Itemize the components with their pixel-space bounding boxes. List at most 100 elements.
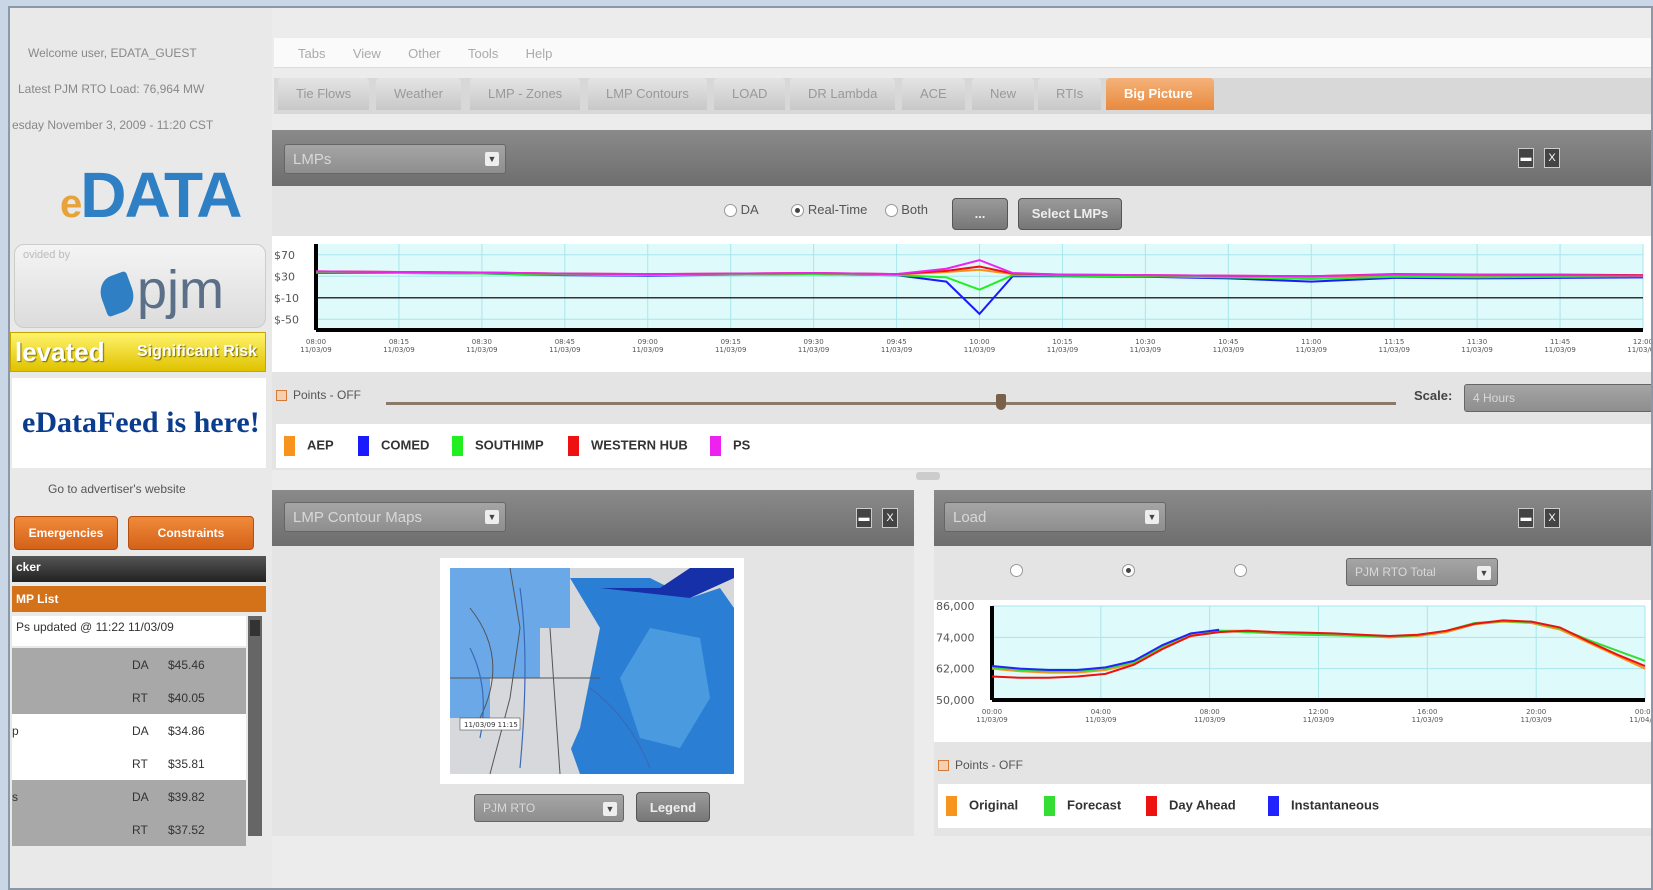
list-item[interactable]: RT $35.81 [12,747,246,780]
lmp-points-label: Points - OFF [293,388,362,402]
time-slider-track[interactable] [386,402,1396,405]
x-tick-label: 11/04/09 [1629,716,1653,724]
menu-tools[interactable]: Tools [468,46,498,61]
zone-select[interactable]: PJM RTO Total ▼ [1346,558,1498,586]
dropdown-value: Load [953,509,987,526]
x-tick-label: 11:00 [1301,338,1321,346]
tab-lmp-zones[interactable]: LMP - Zones [470,78,581,110]
logo-text: DATA [80,159,242,231]
tab-load[interactable]: LOAD [714,78,786,110]
tab-tie-flows[interactable]: Tie Flows [278,78,370,110]
close-icon[interactable]: X [882,508,898,528]
minimize-icon[interactable]: ▬ [1518,148,1534,168]
ticker-header[interactable]: cker [12,556,266,582]
scroll-thumb[interactable] [250,620,260,636]
minimize-icon[interactable]: ▬ [856,508,872,528]
radio-da[interactable] [724,204,737,218]
tab-ace[interactable]: ACE [902,78,965,110]
x-tick-label: 11/03/09 [1296,346,1327,354]
x-tick-label: 00:00 [1635,708,1653,716]
legend-swatch [568,436,579,456]
risk-banner[interactable]: levated Significant Risk [10,332,266,372]
list-item[interactable]: s DA $39.82 [12,780,246,813]
sidebar: Welcome user, EDATA_GUEST Latest PJM RTO… [10,8,272,888]
advertiser-link[interactable]: Go to advertiser's website [48,482,186,496]
lmp-type: RT [132,691,148,705]
list-item[interactable]: p DA $34.86 [12,714,246,747]
chevron-down-icon: ▼ [1145,510,1159,524]
contour-map-frame[interactable]: 11/03/09 11:15 [440,558,744,784]
y-tick-label: 74,000 [936,631,975,644]
scale-dropdown[interactable]: 4 Hours [1464,384,1651,412]
radio-both-label: Both [901,202,928,217]
legend-swatch [358,436,369,456]
y-tick-label: $-50 [274,313,299,326]
dropdown-value: LMPs [293,151,332,168]
tab-weather[interactable]: Weather [376,78,461,110]
y-tick-label: 62,000 [936,663,975,676]
lmp-panel-body: DA Real-Time Both ... Select LMPs 08:00 1… [272,186,1651,470]
more-button[interactable]: ... [952,198,1008,230]
legend-ps: PS [710,436,750,456]
emergencies-button[interactable]: Emergencies [14,516,118,550]
menu-help[interactable]: Help [526,46,553,61]
risk-label: Significant Risk [136,343,257,360]
ad-banner[interactable]: eDataFeed is here! [12,378,266,468]
legend-swatch [710,436,721,456]
tab-big-picture[interactable]: Big Picture [1106,78,1214,110]
x-tick-label: 11:30 [1467,338,1487,346]
tab-lmp-contours[interactable]: LMP Contours [588,78,707,110]
x-tick-label: 09:00 [638,338,658,346]
close-icon[interactable]: X [1544,148,1560,168]
pjm-logo-text: pjm [137,260,225,320]
x-tick-label: 11/03/09 [1378,346,1409,354]
load-dropdown[interactable]: Load ▼ [944,502,1166,532]
lmp-list-scrollbar[interactable] [248,616,262,836]
radio-real-time[interactable] [791,204,805,218]
lmp-panel-dropdown[interactable]: LMPs ▼ [284,144,506,174]
lmp-type: RT [132,757,148,771]
chevron-down-icon: ▼ [485,510,499,524]
lmp-value: $35.81 [168,757,205,771]
menu-other[interactable]: Other [408,46,441,61]
list-item[interactable]: RT $37.52 [12,813,246,846]
x-tick-label: 11/03/09 [383,346,414,354]
datetime-text: esday November 3, 2009 - 11:20 CST [12,118,214,132]
risk-level: levated [15,337,105,367]
region-select-value: PJM RTO [483,801,536,815]
radio-both[interactable] [884,204,898,218]
legend-label: PS [733,437,751,453]
time-slider-handle[interactable] [996,394,1006,410]
region-select[interactable]: PJM RTO ▼ [474,794,624,822]
lmp-list-header[interactable]: MP List [12,586,266,612]
load-points-toggle[interactable]: Points - OFF [938,758,1023,772]
select-lmps-button[interactable]: Select LMPs [1018,198,1122,230]
load-radio-2[interactable] [1122,564,1135,577]
x-tick-label: 11/03/09 [976,716,1007,724]
x-tick-label: 11/03/09 [1213,346,1244,354]
dropdown-value: LMP Contour Maps [293,509,422,526]
pjm-box[interactable]: ovided by pjm [14,244,266,328]
load-panel-header: Load ▼ ▬ X [934,490,1651,546]
x-tick-label: 11/03/09 [1412,716,1443,724]
load-radio-3[interactable] [1234,564,1247,577]
load-radio-1[interactable] [1010,564,1023,577]
tab-new[interactable]: New [972,78,1035,110]
x-tick-label: 16:00 [1417,708,1437,716]
legend-comed: COMED [358,436,429,456]
tab-rtis[interactable]: RTIs [1038,78,1102,110]
legend-button[interactable]: Legend [636,792,710,822]
close-icon[interactable]: X [1544,508,1560,528]
minimize-icon[interactable]: ▬ [1518,508,1534,528]
list-item[interactable]: DA $45.46 [12,648,246,681]
contour-dropdown[interactable]: LMP Contour Maps ▼ [284,502,506,532]
panel-splitter[interactable] [916,472,940,480]
menu-view[interactable]: View [353,46,381,61]
tab-dr-lambda[interactable]: DR Lambda [790,78,896,110]
list-item[interactable]: RT $40.05 [12,681,246,714]
menu-tabs[interactable]: Tabs [298,46,325,61]
x-tick-label: 10:45 [1218,338,1238,346]
constraints-button[interactable]: Constraints [128,516,254,550]
lmp-name: s [12,790,18,804]
lmp-points-toggle[interactable]: Points - OFF [276,388,361,402]
